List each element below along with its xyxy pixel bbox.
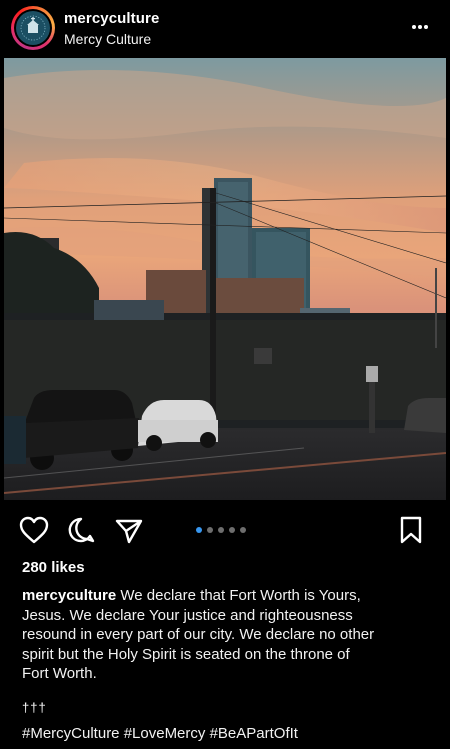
save-button[interactable]: [398, 516, 424, 544]
bookmark-icon: [400, 516, 422, 544]
caption-line-5: Fort Worth.: [22, 665, 97, 682]
heart-icon: [19, 516, 49, 544]
comment-icon: [68, 517, 95, 543]
caption-line-1: mercyculture We declare that Fort Worth …: [22, 586, 434, 606]
avatar[interactable]: [11, 6, 55, 50]
church-logo-icon: [20, 15, 46, 41]
like-count[interactable]: 280 likes: [22, 559, 85, 576]
caption-line-4: spirit but the Holy Spirit is seated on …: [22, 645, 350, 663]
post-username[interactable]: mercyculture: [64, 10, 159, 27]
post-header: mercyculture Mercy Culture: [0, 0, 450, 58]
post-display-name[interactable]: Mercy Culture: [64, 31, 151, 47]
city-skyline-photo: [4, 58, 446, 500]
carousel-dot-4[interactable]: [229, 527, 235, 533]
carousel-dot-1[interactable]: [196, 527, 202, 533]
caption-hashtags[interactable]: #MercyCulture #LoveMercy #BeAPartOfIt: [22, 725, 298, 742]
caption-crosses: †††: [22, 700, 47, 715]
caption-username[interactable]: mercyculture: [22, 587, 116, 604]
caption-line-2: Jesus. We declare Your justice and right…: [22, 606, 353, 624]
carousel-dot-2[interactable]: [207, 527, 213, 533]
post-photo[interactable]: [4, 58, 446, 500]
more-options-button[interactable]: [405, 18, 435, 34]
share-button[interactable]: [114, 517, 144, 545]
caption-line-3: resound in every part of our city. We de…: [22, 626, 375, 643]
post-action-bar: [0, 500, 450, 560]
like-button[interactable]: [19, 516, 49, 544]
comment-button[interactable]: [67, 516, 97, 544]
more-options-icon: [412, 25, 428, 29]
carousel-dot-3[interactable]: [218, 527, 224, 533]
send-icon: [115, 519, 143, 544]
avatar-image: [16, 11, 50, 45]
post-caption: mercyculture We declare that Fort Worth …: [22, 586, 434, 684]
avatar-border: [14, 9, 52, 47]
carousel-dot-5[interactable]: [240, 527, 246, 533]
caption-text-1: We declare that Fort Worth is Yours,: [116, 587, 361, 604]
